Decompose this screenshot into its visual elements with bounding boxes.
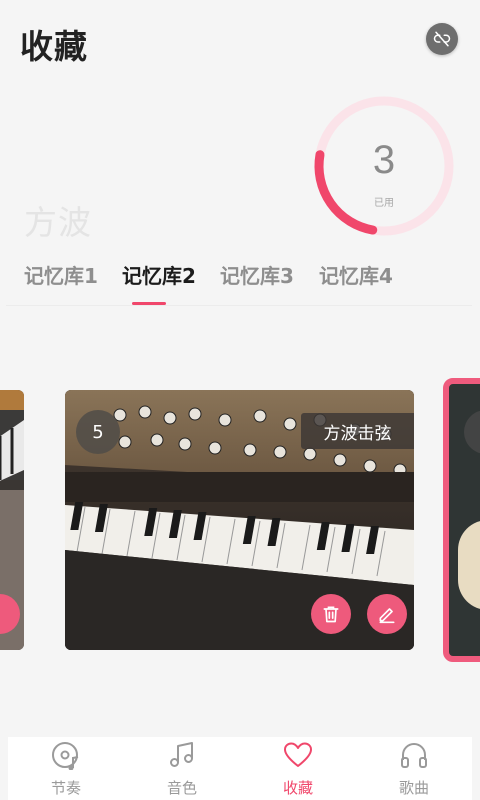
bottom-navigation: 节奏 音色 收藏 歌曲 [8, 737, 472, 800]
nav-label-songs: 歌曲 [398, 779, 429, 797]
pencil-icon [379, 608, 395, 624]
headphones-icon [401, 743, 427, 768]
nav-item-songs[interactable]: 歌曲 [356, 737, 472, 800]
tab-memory-bank-2[interactable]: 记忆库2 [122, 260, 196, 294]
music-note-icon [170, 742, 193, 767]
link-off-icon [433, 31, 451, 47]
usage-label: 已用 [374, 198, 394, 209]
nav-item-favorites[interactable]: 收藏 [240, 737, 356, 800]
trash-icon [323, 606, 339, 623]
disc-music-icon [52, 742, 79, 770]
nav-label-rhythm: 节奏 [50, 779, 81, 797]
preset-name-label: 方波击弦 [301, 413, 414, 449]
nav-item-tone[interactable]: 音色 [124, 737, 240, 800]
page-title: 收藏 [20, 27, 88, 66]
delete-button[interactable] [311, 594, 351, 634]
heart-icon [284, 742, 312, 767]
edit-button[interactable] [367, 594, 407, 634]
tab-memory-bank-3[interactable]: 记忆库3 [220, 260, 294, 294]
nav-item-rhythm[interactable]: 节奏 [8, 737, 124, 800]
tab-memory-bank-4[interactable]: 记忆库4 [319, 260, 393, 294]
tabs-divider [6, 305, 472, 306]
usage-count: 3 [372, 138, 396, 182]
nav-label-favorites: 收藏 [282, 779, 313, 797]
preset-number-badge: 5 [76, 410, 120, 454]
nav-label-tone: 音色 [166, 779, 197, 797]
memory-bank-tabs: 记忆库1 记忆库2 记忆库3 记忆库4 [0, 260, 480, 306]
current-tone-name: 方波 [24, 203, 92, 242]
tab-memory-bank-1[interactable]: 记忆库1 [24, 260, 98, 294]
usage-ring: 3 已用 [310, 92, 458, 240]
favorites-screen: 收藏 3 已用 方波 记忆库1 记忆库2 记忆库3 记忆库4 5 方波击弦 节奏… [0, 0, 480, 800]
unlink-button[interactable] [426, 23, 458, 55]
